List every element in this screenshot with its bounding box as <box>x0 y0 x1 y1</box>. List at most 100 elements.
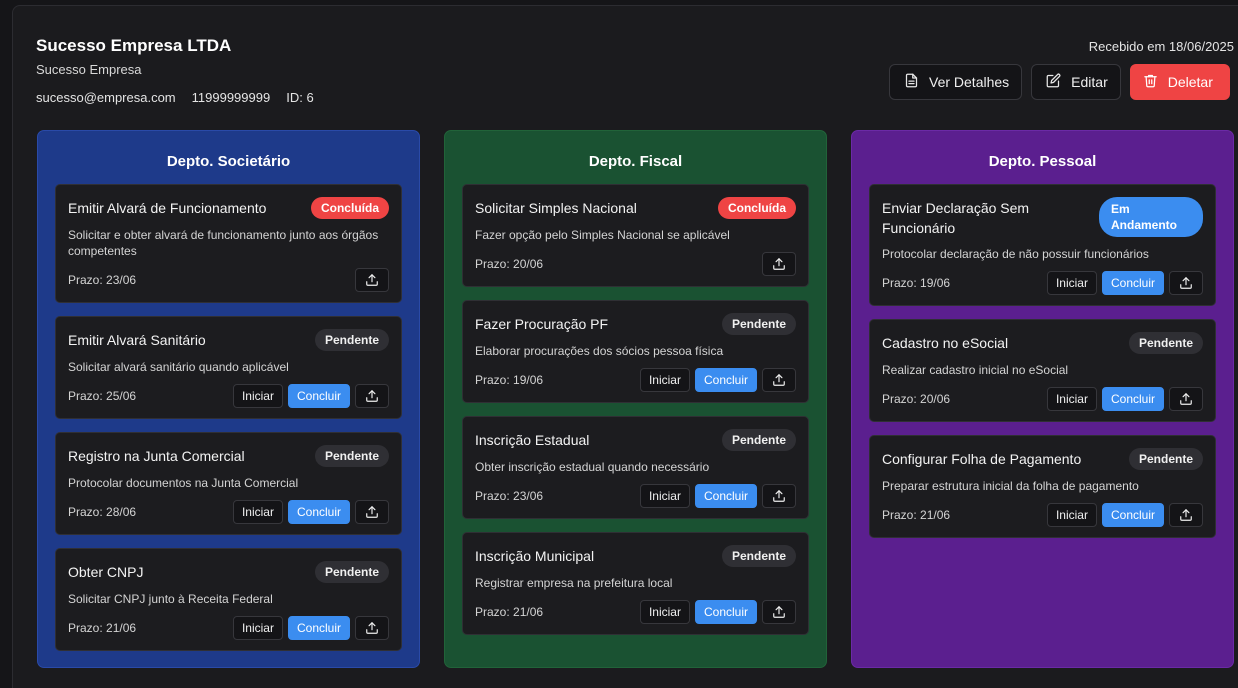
finish-button[interactable]: Concluir <box>694 600 757 624</box>
status-badge: Pendente <box>721 545 796 567</box>
task-description: Elaborar procurações dos sócios pessoa f… <box>475 344 724 358</box>
upload-icon <box>1179 508 1193 522</box>
task-actions: Iniciar Concluir <box>639 600 796 624</box>
upload-button[interactable] <box>1169 503 1203 527</box>
upload-icon <box>365 389 379 403</box>
start-button[interactable]: Iniciar <box>232 616 283 640</box>
task-card-header: Inscrição Municipal Pendente <box>475 545 796 567</box>
task-description: Solicitar CNPJ junto à Receita Federal <box>68 592 273 606</box>
delete-button[interactable]: Deletar <box>1129 64 1230 100</box>
start-button[interactable]: Iniciar <box>232 384 283 408</box>
task-card-footer: Prazo: 21/06 Iniciar Concluir <box>68 616 389 640</box>
view-details-button[interactable]: Ver Detalhes <box>889 64 1023 100</box>
task-card-header: Emitir Alvará de Funcionamento Concluída <box>68 197 389 219</box>
upload-button[interactable] <box>355 268 389 292</box>
finish-button[interactable]: Concluir <box>1101 387 1164 411</box>
finish-button[interactable]: Concluir <box>287 384 350 408</box>
task-title: Registro na Junta Comercial <box>68 448 245 464</box>
task-card: Inscrição Municipal Pendente Registrar emp… <box>462 532 809 635</box>
task-card-footer: Prazo: 28/06 Iniciar Concluir <box>68 500 389 524</box>
upload-button[interactable] <box>1169 271 1203 295</box>
task-description: Obter inscrição estadual quando necessár… <box>475 460 710 474</box>
task-title: Obter CNPJ <box>68 564 144 580</box>
company-phone: 11999999999 <box>191 90 271 105</box>
task-card-footer: Prazo: 21/06 Iniciar Concluir <box>882 503 1203 527</box>
start-button[interactable]: Iniciar <box>639 600 690 624</box>
status-badge: Pendente <box>314 561 389 583</box>
task-card-footer: Prazo: 19/06 Iniciar Concluir <box>882 271 1203 295</box>
task-title: Emitir Alvará Sanitário <box>68 332 206 348</box>
task-title: Inscrição Estadual <box>475 432 590 448</box>
column-fiscal: Depto. Fiscal Solicitar Simples Nacional C… <box>444 130 827 668</box>
task-card: Solicitar Simples Nacional Concluída Fazer… <box>462 184 809 287</box>
start-button[interactable]: Iniciar <box>639 368 690 392</box>
company-name: Sucesso Empresa LTDA <box>36 36 232 55</box>
task-card-footer: Prazo: 21/06 Iniciar Concluir <box>475 600 796 624</box>
task-actions: Iniciar Concluir <box>232 500 389 524</box>
upload-icon <box>365 505 379 519</box>
task-card: Registro na Junta Comercial Pendente Proto… <box>55 432 402 535</box>
start-button[interactable]: Iniciar <box>1046 387 1097 411</box>
task-actions <box>762 252 796 276</box>
task-description: Protocolar documentos na Junta Comercial <box>68 476 299 490</box>
upload-button[interactable] <box>762 368 796 392</box>
task-deadline: Prazo: 19/06 <box>475 373 544 387</box>
task-title: Cadastro no eSocial <box>882 335 1009 351</box>
start-button[interactable]: Iniciar <box>639 484 690 508</box>
finish-button[interactable]: Concluir <box>287 500 350 524</box>
task-card: Enviar Declaração Sem Funcionário Em Anda… <box>869 184 1216 306</box>
finish-button[interactable]: Concluir <box>1101 503 1164 527</box>
task-deadline: Prazo: 21/06 <box>882 508 951 522</box>
edit-label: Editar <box>1071 74 1108 90</box>
upload-icon <box>365 273 379 287</box>
received-date: Recebido em 18/06/2025 <box>1088 39 1234 54</box>
task-card-header: Solicitar Simples Nacional Concluída <box>475 197 796 219</box>
task-deadline: Prazo: 28/06 <box>68 505 137 519</box>
task-card-footer: Prazo: 20/06 Iniciar Concluir <box>882 387 1203 411</box>
task-deadline: Prazo: 21/06 <box>68 621 137 635</box>
upload-button[interactable] <box>762 484 796 508</box>
task-actions: Iniciar Concluir <box>1046 387 1203 411</box>
status-badge: Pendente <box>314 329 389 351</box>
start-button[interactable]: Iniciar <box>1046 503 1097 527</box>
header-actions: Ver Detalhes Editar Deletar <box>889 64 1230 100</box>
finish-button[interactable]: Concluir <box>287 616 350 640</box>
task-title: Configurar Folha de Pagamento <box>882 451 1082 467</box>
upload-icon <box>772 373 786 387</box>
task-card-header: Cadastro no eSocial Pendente <box>882 332 1203 354</box>
task-card-footer: Prazo: 19/06 Iniciar Concluir <box>475 368 796 392</box>
task-title: Inscrição Municipal <box>475 548 595 564</box>
task-description: Solicitar e obter alvará de funcionament… <box>68 228 379 258</box>
task-card: Cadastro no eSocial Pendente Realizar cada… <box>869 319 1216 422</box>
task-actions <box>355 268 389 292</box>
column-title: Depto. Fiscal <box>588 153 683 170</box>
task-deadline: Prazo: 19/06 <box>882 276 951 290</box>
upload-button[interactable] <box>355 500 389 524</box>
edit-button[interactable]: Editar <box>1031 64 1121 100</box>
status-badge: Concluída <box>310 197 389 219</box>
column-pessoal: Depto. Pessoal Enviar Declaração Sem Func… <box>851 130 1234 668</box>
upload-icon <box>772 489 786 503</box>
task-actions: Iniciar Concluir <box>232 384 389 408</box>
start-button[interactable]: Iniciar <box>232 500 283 524</box>
upload-button[interactable] <box>355 384 389 408</box>
start-button[interactable]: Iniciar <box>1046 271 1097 295</box>
upload-button[interactable] <box>762 600 796 624</box>
status-badge: Pendente <box>721 313 796 335</box>
document-icon <box>904 73 919 91</box>
finish-button[interactable]: Concluir <box>694 484 757 508</box>
upload-button[interactable] <box>762 252 796 276</box>
upload-icon <box>1179 276 1193 290</box>
task-description: Solicitar alvará sanitário quando aplicá… <box>68 360 289 374</box>
finish-button[interactable]: Concluir <box>1101 271 1164 295</box>
task-actions: Iniciar Concluir <box>639 484 796 508</box>
upload-button[interactable] <box>355 616 389 640</box>
upload-icon <box>1179 392 1193 406</box>
finish-button[interactable]: Concluir <box>694 368 757 392</box>
company-id: ID: 6 <box>286 90 314 105</box>
upload-button[interactable] <box>1169 387 1203 411</box>
task-card: Emitir Alvará Sanitário Pendente Solicitar… <box>55 316 402 419</box>
task-card: Configurar Folha de Pagamento Pendente Pre… <box>869 435 1216 538</box>
task-deadline: Prazo: 23/06 <box>68 273 137 287</box>
status-badge: Pendente <box>1128 332 1203 354</box>
